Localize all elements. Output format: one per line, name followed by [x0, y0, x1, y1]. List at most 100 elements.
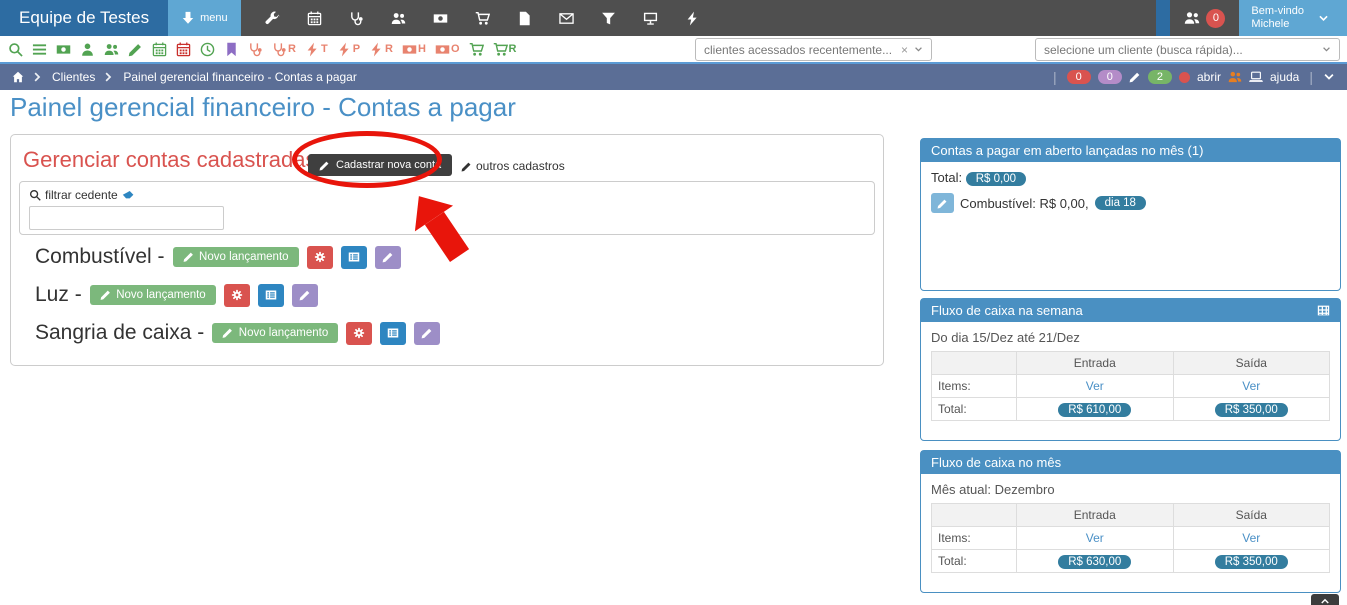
laptop-icon[interactable] [1249, 70, 1263, 84]
navbar-icon-strip [241, 0, 1157, 36]
week-period: Do dia 15/Dez até 21/Dez [921, 322, 1340, 350]
bolt-p-icon[interactable]: P [337, 42, 360, 57]
money-o-icon[interactable]: O [435, 42, 460, 57]
document-icon[interactable] [517, 11, 532, 26]
chevron-down-icon[interactable] [1323, 71, 1335, 83]
pencil-icon[interactable] [128, 42, 143, 57]
display-icon[interactable] [643, 11, 658, 26]
list-entries-button[interactable] [341, 246, 367, 269]
table-icon[interactable] [1317, 304, 1330, 317]
calendar-icon[interactable] [307, 11, 322, 26]
abrir-link[interactable]: abrir [1197, 70, 1221, 84]
calendar-red-icon[interactable] [176, 42, 191, 57]
ver-entrada-link[interactable]: Ver [1086, 379, 1104, 393]
users-icon[interactable] [104, 42, 119, 57]
page-title: Painel gerencial financeiro - Contas a p… [10, 92, 516, 123]
money-icon[interactable] [433, 11, 448, 26]
ver-saida-link[interactable]: Ver [1242, 379, 1260, 393]
stethoscope-icon[interactable] [349, 11, 364, 26]
person-icon[interactable] [80, 42, 95, 57]
envelope-icon[interactable] [559, 11, 574, 26]
pencil-icon [183, 251, 195, 263]
ver-saida-link[interactable]: Ver [1242, 531, 1260, 545]
edit-account-button[interactable] [375, 246, 401, 269]
stethoscope-icon[interactable] [248, 42, 263, 57]
calendar-green-icon[interactable] [152, 42, 167, 57]
accounts-panel: Gerenciar contas cadastradas Cadastrar n… [10, 134, 884, 366]
settings-button[interactable] [346, 322, 372, 345]
funnel-icon[interactable] [601, 11, 616, 26]
bill-day-pill: dia 18 [1095, 196, 1146, 210]
online-users-button[interactable]: 0 [1170, 0, 1239, 36]
menu-label: menu [200, 12, 228, 24]
ajuda-link[interactable]: ajuda [1270, 70, 1299, 84]
new-account-button[interactable]: Cadastrar nova conta [308, 154, 452, 176]
list-entries-button[interactable] [380, 322, 406, 345]
list-icon[interactable] [32, 42, 47, 57]
pencil-icon [100, 289, 112, 301]
menu-button[interactable]: menu [168, 0, 241, 36]
gear-icon [353, 327, 365, 339]
cart-r-icon[interactable]: R [493, 42, 517, 57]
col-entrada: Entrada [1017, 352, 1174, 375]
panel-heading: Gerenciar contas cadastradas [23, 147, 317, 173]
filter-input[interactable] [29, 206, 224, 230]
bolt-r-icon[interactable]: R [369, 42, 393, 57]
filter-box: filtrar cedente [19, 181, 875, 235]
cart-icon[interactable] [469, 42, 484, 57]
eraser-icon[interactable] [122, 189, 135, 202]
clear-icon[interactable]: × [901, 43, 908, 57]
total-pill: R$ 0,00 [966, 172, 1026, 186]
corner-cell [932, 352, 1017, 375]
list-entries-button[interactable] [258, 284, 284, 307]
ver-entrada-link[interactable]: Ver [1086, 531, 1104, 545]
chevron-down-icon [1322, 45, 1331, 54]
online-users-badge: 0 [1206, 9, 1225, 28]
home-icon[interactable] [12, 71, 24, 83]
green-count-badge[interactable]: 2 [1148, 70, 1172, 84]
bolt-icon[interactable] [685, 11, 700, 26]
pencil-icon[interactable] [1129, 71, 1141, 83]
money-icon[interactable] [56, 42, 71, 57]
settings-button[interactable] [224, 284, 250, 307]
month-flow-panel: Fluxo de caixa no mês Mês atual: Dezembr… [920, 450, 1341, 593]
col-saida: Saída [1173, 504, 1330, 527]
recent-clients-value: clientes acessados recentemente... [704, 43, 901, 57]
edit-account-button[interactable] [414, 322, 440, 345]
scroll-top-button[interactable] [1311, 594, 1339, 605]
app-window: Equipe de Testes menu 0 Bem-vindo [0, 0, 1347, 605]
purple-count-badge[interactable]: 0 [1098, 70, 1122, 84]
chevron-right-icon [103, 71, 115, 83]
edit-account-button[interactable] [292, 284, 318, 307]
quick-client-search-select[interactable]: selecione um cliente (busca rápida)... [1035, 38, 1340, 61]
open-bills-panel: Contas a pagar em aberto lançadas no mês… [920, 138, 1341, 291]
users-icon[interactable] [1228, 70, 1242, 84]
recent-clients-select[interactable]: clientes acessados recentemente... × [695, 38, 932, 61]
red-count-badge[interactable]: 0 [1067, 70, 1091, 84]
clock-icon[interactable] [200, 42, 215, 57]
breadcrumb-item-clientes[interactable]: Clientes [52, 70, 95, 84]
user-menu[interactable]: Bem-vindo Michele [1239, 0, 1347, 36]
money-h-icon[interactable]: H [402, 42, 426, 57]
separator: | [1309, 69, 1313, 85]
account-name: Combustível - [35, 245, 165, 269]
users-icon [1184, 10, 1200, 26]
wrench-icon[interactable] [265, 11, 280, 26]
users-icon[interactable] [391, 11, 406, 26]
bolt-t-icon[interactable]: T [305, 42, 328, 57]
account-row-sangria: Sangria de caixa - Novo lançamento [35, 321, 440, 345]
stethoscope-r-icon[interactable]: R [272, 42, 296, 57]
week-flow-header: Fluxo de caixa na semana [921, 299, 1340, 322]
bookmark-icon[interactable] [224, 42, 239, 57]
settings-button[interactable] [307, 246, 333, 269]
search-icon[interactable] [8, 42, 23, 57]
edit-bill-button[interactable] [931, 193, 954, 213]
cart-icon[interactable] [475, 11, 490, 26]
breadcrumb-bar: Clientes Painel gerencial financeiro - C… [0, 64, 1347, 90]
chevron-up-icon [1320, 596, 1330, 605]
new-entry-button[interactable]: Novo lançamento [173, 247, 299, 267]
other-registrations-link[interactable]: outros cadastros [461, 159, 565, 173]
account-row-luz: Luz - Novo lançamento [35, 283, 440, 307]
new-entry-button[interactable]: Novo lançamento [90, 285, 216, 305]
new-entry-button[interactable]: Novo lançamento [212, 323, 338, 343]
